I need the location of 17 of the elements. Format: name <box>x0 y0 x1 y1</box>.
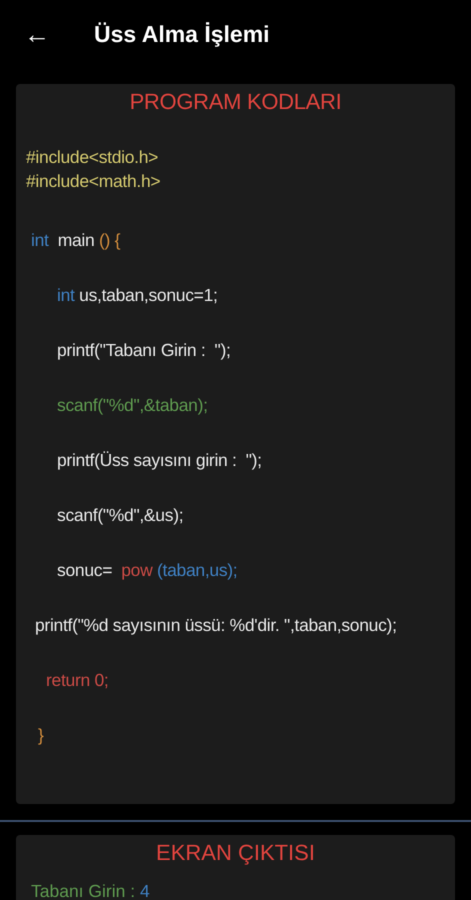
screen-title: Üss Alma İşlemi <box>94 20 270 49</box>
code-line: } <box>38 724 44 748</box>
back-button[interactable]: ← <box>22 21 52 47</box>
code-line: Tabanı Girin : 4 <box>31 880 150 900</box>
code-line: int main () { <box>31 229 120 252</box>
code-line: int us,taban,sonuc=1; <box>57 284 218 308</box>
code-line: #include<math.h> <box>26 170 160 193</box>
code-line: scanf("%d",&taban); <box>57 394 208 418</box>
code-line: #include<stdio.h> <box>26 146 158 169</box>
code-line: return 0; <box>46 669 108 692</box>
code-line: scanf("%d",&us); <box>57 504 184 528</box>
code-line: sonuc= pow (taban,us); <box>57 559 238 582</box>
code-line: printf(Üss sayısını girin : "); <box>57 449 262 472</box>
code-line: printf("%d sayısının üssü: %d'dir. ",taban,sonuc); <box>35 614 397 638</box>
card-title: PROGRAM KODLARI <box>130 88 342 116</box>
code-line: printf("Tabanı Girin : "); <box>57 339 231 362</box>
card-title: EKRAN ÇIKTISI <box>156 838 315 867</box>
